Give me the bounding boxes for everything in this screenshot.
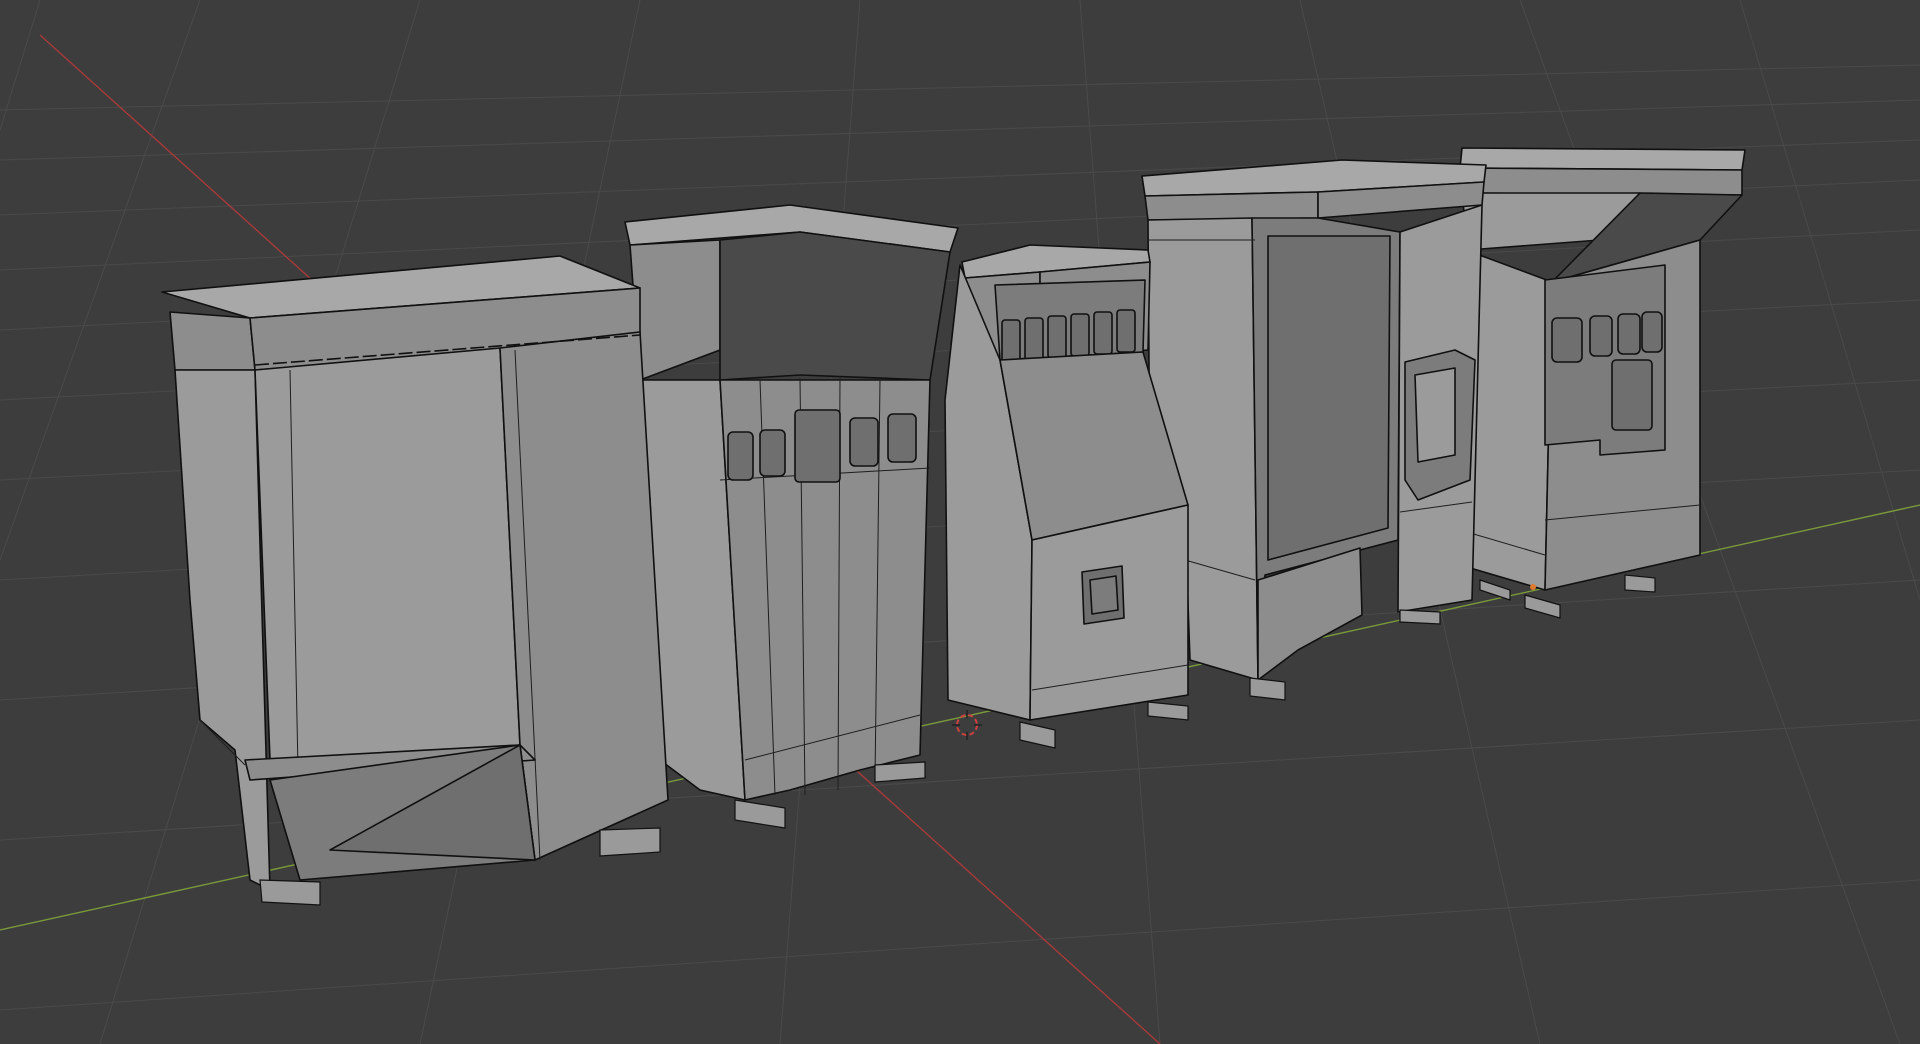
vending-machine-1[interactable] — [161, 255, 669, 906]
3d-cursor-icon[interactable] — [952, 710, 982, 740]
object-origin-dot — [1530, 584, 1536, 590]
vending-machine-2[interactable] — [624, 204, 959, 829]
vending-machine-5[interactable] — [1459, 147, 1746, 619]
3d-viewport[interactable] — [0, 0, 1920, 1044]
viewport-canvas[interactable] — [0, 0, 1920, 1044]
vending-machine-4[interactable] — [1141, 159, 1487, 701]
